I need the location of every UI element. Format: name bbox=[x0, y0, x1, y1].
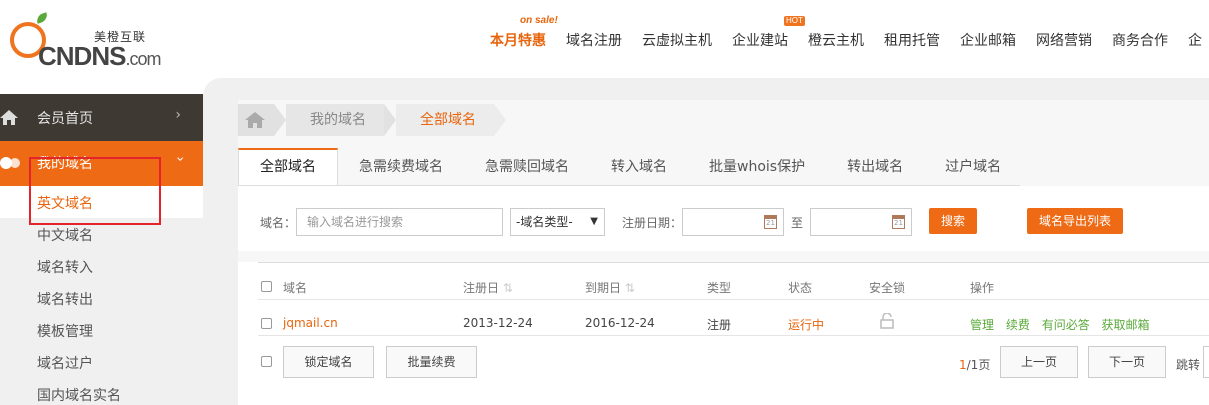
sidebar-my-domain-label: 我的域名 bbox=[37, 156, 93, 172]
sidebar-home-label: 会员首页 bbox=[37, 111, 93, 127]
site-header: 美橙互联 CNDNS.com on sale! 本月特惠 域名注册 云虚拟主机 … bbox=[0, 0, 1209, 78]
row-checkbox[interactable] bbox=[261, 318, 272, 329]
nav-rental-hosting[interactable]: 租用托管 bbox=[884, 30, 940, 50]
start-date-input[interactable]: 21 bbox=[682, 208, 784, 236]
sidebar-item-transfer-in[interactable]: 域名转入 bbox=[0, 250, 203, 282]
header-ops: 操作 bbox=[970, 281, 995, 295]
search-button[interactable]: 搜索 bbox=[929, 208, 977, 234]
tab-urgent-renew[interactable]: 急需续费域名 bbox=[338, 148, 464, 185]
manage-link[interactable]: 管理 bbox=[970, 318, 994, 332]
sidebar-item-chinese-domain[interactable]: 中文域名 bbox=[0, 218, 203, 250]
caret-down-icon: ▼ bbox=[590, 216, 598, 227]
chevron-down-icon: › bbox=[172, 156, 189, 162]
home-icon bbox=[0, 110, 18, 125]
prev-page-button[interactable]: 上一页 bbox=[1000, 346, 1078, 378]
domain-search-input[interactable]: 输入域名进行搜索 bbox=[296, 208, 503, 236]
cndns-logo[interactable]: 美橙互联 CNDNS.com bbox=[10, 12, 180, 70]
sidebar-item-english-domain[interactable]: 英文域名 bbox=[0, 186, 203, 218]
breadcrumb-all-domains: 全部域名 bbox=[396, 104, 494, 136]
header-lock: 安全锁 bbox=[869, 281, 906, 295]
calendar-icon[interactable]: 21 bbox=[764, 215, 777, 229]
nav-cloud-server[interactable]: 橙云主机 bbox=[808, 30, 864, 50]
on-sale-badge: on sale! bbox=[520, 15, 558, 26]
export-domain-list-button[interactable]: 域名导出列表 bbox=[1027, 208, 1123, 234]
tab-urgent-redeem[interactable]: 急需赎回域名 bbox=[464, 148, 590, 185]
jump-page-input[interactable] bbox=[1203, 346, 1209, 378]
tab-ownership-transfer[interactable]: 过户域名 bbox=[924, 148, 1022, 185]
breadcrumb-separator bbox=[274, 104, 286, 136]
exp-date-cell: 2016-12-24 bbox=[585, 316, 655, 330]
header-domain: 域名 bbox=[283, 281, 308, 295]
breadcrumb-home[interactable] bbox=[238, 104, 274, 136]
nav-monthly-deals[interactable]: on sale! 本月特惠 bbox=[490, 15, 558, 50]
nav-enterprise-mail[interactable]: 企业邮箱 bbox=[960, 30, 1016, 50]
sidebar: 会员首页 › 我的域名 › 英文域名 中文域名 域名转入 域名转出 模板管理 域… bbox=[0, 94, 211, 405]
end-date-input[interactable]: 21 bbox=[810, 208, 912, 236]
type-cell: 注册 bbox=[707, 318, 732, 332]
hot-badge: HOT bbox=[784, 16, 805, 26]
home-icon bbox=[245, 112, 265, 128]
renew-link[interactable]: 续费 bbox=[1006, 318, 1030, 332]
user-icon bbox=[0, 157, 20, 169]
leaf-icon bbox=[34, 12, 50, 24]
to-label: 至 bbox=[791, 216, 804, 230]
nav-cloud-hosting[interactable]: 云虚拟主机 bbox=[642, 30, 712, 50]
breadcrumb: 我的域名 全部域名 bbox=[238, 104, 506, 136]
domain-tabs: 全部域名 急需续费域名 急需赎回域名 转入域名 批量whois保护 转出域名 过… bbox=[238, 148, 1020, 186]
domain-link[interactable]: jqmail.cn bbox=[283, 316, 338, 330]
domain-table: 域名 注册日 ⇅ 到期日 ⇅ 类型 状态 安全锁 操作 jqmail.cn 20… bbox=[238, 262, 1209, 405]
tab-transfer-out[interactable]: 转出域名 bbox=[826, 148, 924, 185]
tab-whois-protect[interactable]: 批量whois保护 bbox=[688, 148, 826, 185]
main-content: 我的域名 全部域名 全部域名 急需续费域名 急需赎回域名 转入域名 批量whoi… bbox=[203, 78, 1209, 405]
sidebar-item-real-name[interactable]: 国内域名实名 bbox=[0, 378, 203, 405]
sidebar-item-ownership-transfer[interactable]: 域名过户 bbox=[0, 346, 203, 378]
sidebar-item-transfer-out[interactable]: 域名转出 bbox=[0, 282, 203, 314]
next-page-button[interactable]: 下一页 bbox=[1088, 346, 1166, 378]
domain-type-select[interactable]: -域名类型- ▼ bbox=[510, 208, 605, 236]
faq-link[interactable]: 有问必答 bbox=[1042, 318, 1090, 332]
calendar-icon[interactable]: 21 bbox=[892, 215, 905, 229]
sidebar-home[interactable]: 会员首页 › bbox=[0, 94, 203, 141]
register-date-label: 注册日期： bbox=[622, 216, 683, 230]
logo-brand-text: CNDNS.com bbox=[38, 41, 161, 71]
page-indicator: 1/1页 bbox=[959, 358, 991, 372]
row-operations: 管理 续费 有问必答 获取邮箱 bbox=[970, 316, 1158, 333]
tab-all-domains[interactable]: 全部域名 bbox=[238, 148, 338, 185]
divider bbox=[258, 299, 1209, 300]
breadcrumb-separator bbox=[384, 104, 396, 136]
lock-domain-button[interactable]: 锁定域名 bbox=[283, 346, 374, 378]
nav-business[interactable]: 商务合作 bbox=[1112, 30, 1168, 50]
header-exp-date[interactable]: 到期日 ⇅ bbox=[585, 279, 635, 296]
get-mailbox-link[interactable]: 获取邮箱 bbox=[1102, 318, 1150, 332]
sidebar-item-templates[interactable]: 模板管理 bbox=[0, 314, 203, 346]
tab-transfer-in[interactable]: 转入域名 bbox=[590, 148, 688, 185]
header-reg-date[interactable]: 注册日 ⇅ bbox=[463, 279, 513, 296]
domain-panel: 我的域名 全部域名 全部域名 急需续费域名 急需赎回域名 转入域名 批量whoi… bbox=[238, 100, 1209, 405]
unlock-icon[interactable] bbox=[880, 313, 894, 329]
domain-label: 域名： bbox=[260, 216, 297, 230]
status-cell: 运行中 bbox=[788, 318, 825, 332]
header-type: 类型 bbox=[707, 281, 732, 295]
select-all-checkbox[interactable] bbox=[261, 281, 272, 292]
search-filter-bar: 域名： 输入域名进行搜索 -域名类型- ▼ 注册日期： 21 至 21 搜索 域名… bbox=[238, 186, 1209, 251]
reg-date-cell: 2013-12-24 bbox=[463, 316, 533, 330]
sort-icon: ⇅ bbox=[624, 281, 635, 295]
nav-marketing[interactable]: 网络营销 bbox=[1036, 30, 1092, 50]
batch-renew-button[interactable]: 批量续费 bbox=[386, 346, 477, 378]
sidebar-my-domain[interactable]: 我的域名 › bbox=[0, 141, 211, 186]
breadcrumb-separator bbox=[494, 104, 506, 136]
header-status: 状态 bbox=[788, 281, 813, 295]
nav-enterprise-site[interactable]: HOT 企业建站 bbox=[732, 16, 805, 50]
divider bbox=[258, 262, 1209, 263]
breadcrumb-my-domain[interactable]: 我的域名 bbox=[286, 104, 384, 136]
top-nav: on sale! 本月特惠 域名注册 云虚拟主机 HOT 企业建站 橙云主机 租… bbox=[490, 15, 1209, 50]
sort-icon: ⇅ bbox=[502, 281, 513, 295]
select-all-bottom-checkbox[interactable] bbox=[261, 356, 272, 367]
jump-label: 跳转 bbox=[1176, 358, 1201, 372]
nav-overflow[interactable]: 企 bbox=[1188, 30, 1202, 50]
nav-domain-register[interactable]: 域名注册 bbox=[566, 30, 622, 50]
chevron-right-icon: › bbox=[175, 107, 181, 123]
divider bbox=[258, 335, 1209, 336]
